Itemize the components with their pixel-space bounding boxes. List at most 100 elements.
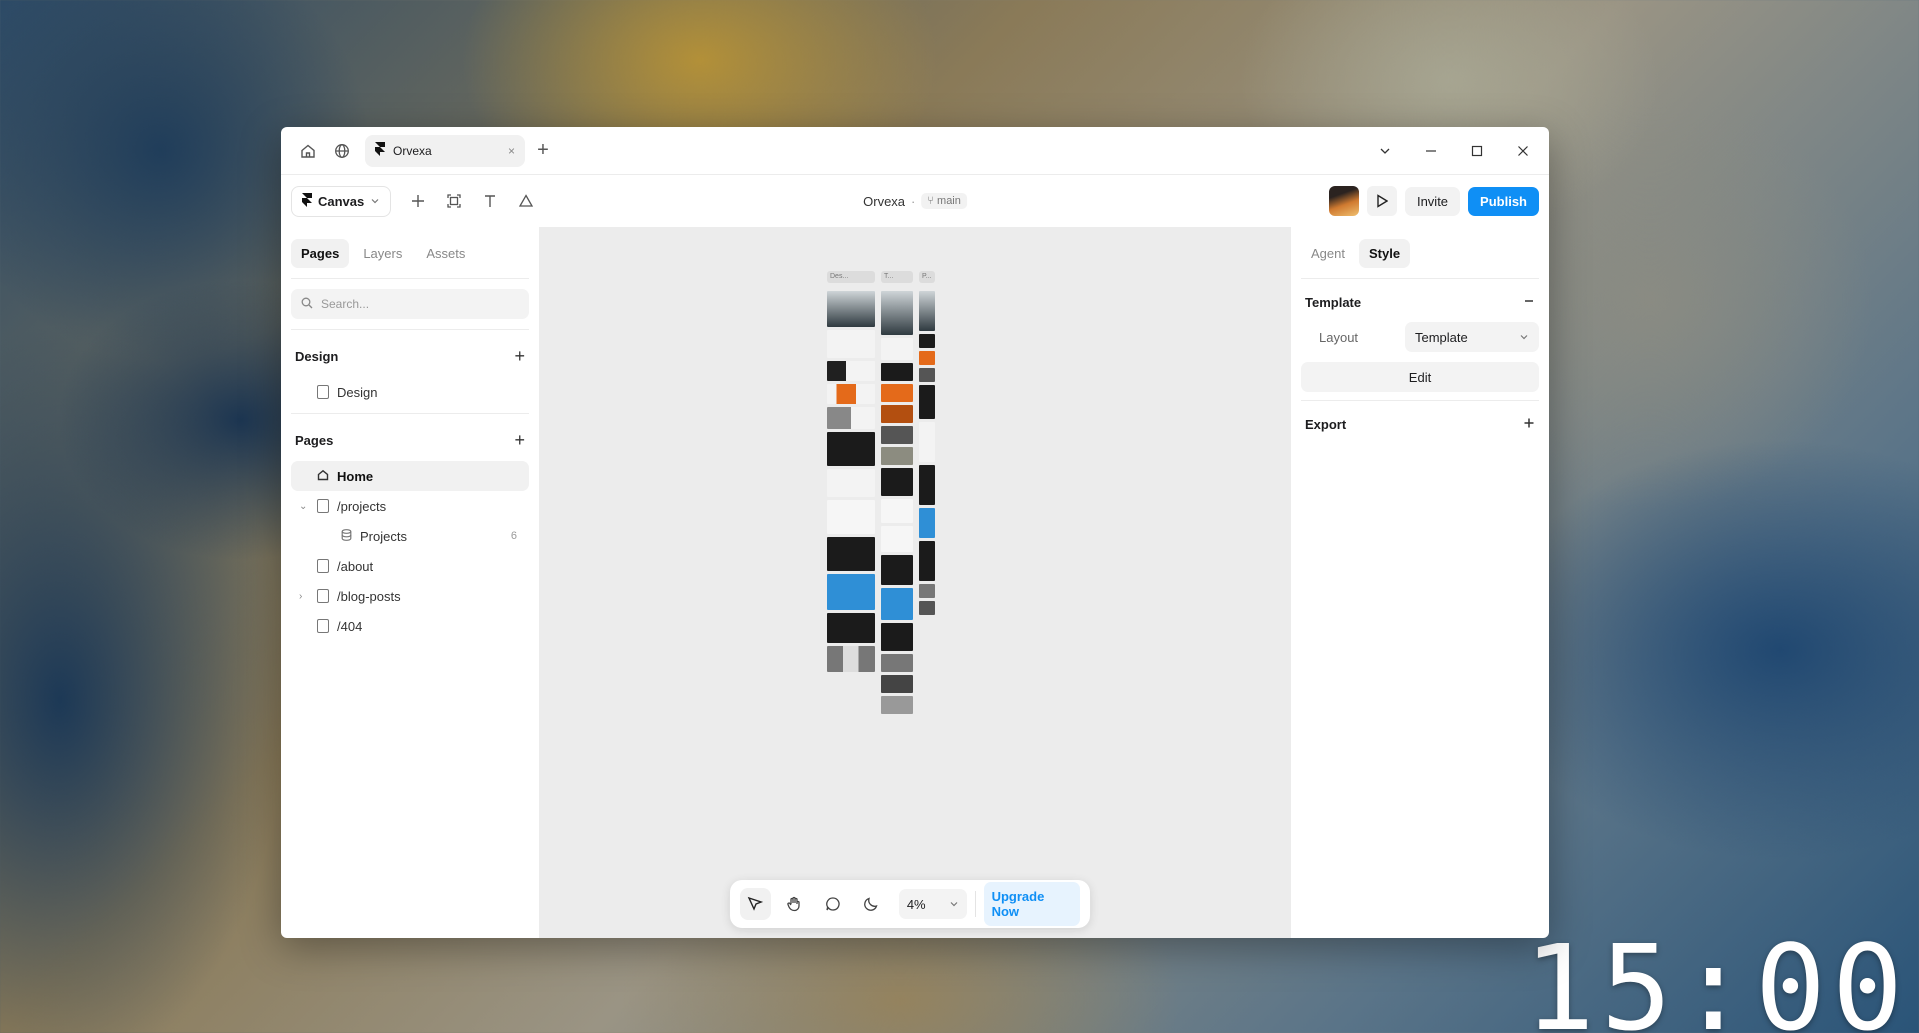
sidebar-item-label: Home bbox=[337, 468, 374, 484]
export-section-title: Export bbox=[1305, 417, 1347, 432]
sidebar-item-label: /blog-posts bbox=[337, 588, 401, 604]
database-icon bbox=[341, 528, 352, 544]
frame-icon[interactable] bbox=[437, 184, 471, 218]
comment-icon[interactable] bbox=[817, 888, 848, 920]
item-count: 6 bbox=[510, 530, 517, 542]
sidebar-item-design[interactable]: Design bbox=[291, 377, 529, 407]
invite-button[interactable]: Invite bbox=[1404, 186, 1461, 216]
new-tab-button[interactable]: + bbox=[531, 139, 555, 162]
search-placeholder: Search... bbox=[321, 297, 370, 311]
preview-play-button[interactable] bbox=[1366, 186, 1397, 216]
title-separator: · bbox=[911, 193, 916, 209]
chevron-down-icon[interactable]: ⌄ bbox=[299, 501, 307, 512]
canvas-dock: 4% Upgrade Now bbox=[730, 880, 1090, 928]
sidebar-item-projects-folder[interactable]: ⌄ /projects bbox=[291, 491, 529, 521]
right-panel-tabs: Agent Style bbox=[1301, 227, 1539, 278]
text-tool-icon[interactable] bbox=[473, 184, 507, 218]
desktop-clock: 15:00 bbox=[1523, 919, 1909, 1033]
avatar[interactable] bbox=[1328, 186, 1359, 216]
dock-divider bbox=[974, 891, 976, 917]
app-window: Orvexa × + Canvas Orvexa · ⑂ main Invite… bbox=[281, 127, 1549, 938]
add-design-button[interactable]: + bbox=[514, 346, 525, 367]
page-thumbnails[interactable]: Des... T... P... bbox=[827, 271, 937, 741]
project-name: Orvexa bbox=[863, 193, 906, 209]
phone-thumbnail[interactable] bbox=[919, 291, 935, 615]
branch-badge[interactable]: ⑂ main bbox=[921, 193, 967, 209]
page-icon bbox=[317, 559, 329, 573]
add-export-plus-icon[interactable] bbox=[1523, 417, 1535, 432]
edit-template-button[interactable]: Edit bbox=[1301, 362, 1539, 392]
sidebar-item-label: Projects bbox=[360, 528, 407, 544]
framer-logo-icon bbox=[302, 192, 312, 210]
pages-section: Pages + Home ⌄ /projects Projects 6 /abo… bbox=[291, 413, 529, 647]
sidebar-tabs: Pages Layers Assets bbox=[291, 227, 529, 279]
sidebar-item-label: /projects bbox=[337, 498, 387, 514]
thumb-label-phone[interactable]: P... bbox=[919, 271, 935, 283]
design-canvas[interactable]: Des... T... P... 4% Upgrade Now bbox=[540, 227, 1290, 938]
close-window-button[interactable] bbox=[1507, 135, 1539, 167]
zoom-select[interactable]: 4% bbox=[898, 889, 967, 919]
publish-button[interactable]: Publish bbox=[1468, 186, 1539, 216]
canvas-label: Canvas bbox=[318, 193, 365, 209]
insert-plus-icon[interactable] bbox=[401, 184, 435, 218]
home-icon[interactable] bbox=[291, 134, 325, 168]
chevron-down-icon bbox=[1519, 330, 1529, 345]
chevron-down-icon[interactable] bbox=[1369, 135, 1401, 167]
canvas-menu-button[interactable]: Canvas bbox=[291, 185, 392, 217]
title-bar: Orvexa × + bbox=[281, 127, 1549, 175]
maximize-button[interactable] bbox=[1461, 135, 1493, 167]
chevron-right-icon[interactable]: › bbox=[299, 591, 302, 602]
home-icon bbox=[317, 469, 329, 484]
search-input[interactable]: Search... bbox=[291, 289, 529, 319]
sidebar-item-label: /404 bbox=[337, 618, 363, 634]
chevron-down-icon bbox=[370, 194, 380, 209]
page-icon bbox=[317, 619, 329, 633]
project-title[interactable]: Orvexa · ⑂ main bbox=[863, 193, 967, 209]
chevron-down-icon bbox=[949, 897, 959, 912]
add-page-button[interactable]: + bbox=[514, 430, 525, 451]
collapse-minus-icon[interactable] bbox=[1523, 295, 1535, 310]
zoom-value: 4% bbox=[906, 896, 926, 912]
thumb-label-tablet[interactable]: T... bbox=[881, 271, 913, 283]
pages-section-title: Pages bbox=[295, 433, 334, 448]
globe-icon[interactable] bbox=[325, 134, 359, 168]
tab-layers[interactable]: Layers bbox=[353, 239, 412, 268]
tab-assets[interactable]: Assets bbox=[416, 239, 475, 268]
vector-triangle-icon[interactable] bbox=[509, 184, 543, 218]
layout-label: Layout bbox=[1319, 329, 1359, 345]
upgrade-now-button[interactable]: Upgrade Now bbox=[983, 882, 1080, 926]
tab-close-button[interactable]: × bbox=[508, 144, 515, 158]
layout-select[interactable]: Template bbox=[1405, 322, 1539, 352]
left-sidebar: Pages Layers Assets Search... Design + D… bbox=[281, 227, 540, 938]
branch-icon: ⑂ bbox=[927, 195, 938, 207]
tab-pages[interactable]: Pages bbox=[291, 239, 350, 268]
page-icon bbox=[317, 589, 329, 603]
sidebar-item-label: Design bbox=[337, 384, 378, 400]
design-section-title: Design bbox=[295, 349, 339, 364]
search-icon bbox=[301, 297, 313, 312]
tab-title: Orvexa bbox=[393, 143, 432, 158]
template-section-title: Template bbox=[1305, 295, 1362, 310]
browser-tab[interactable]: Orvexa × bbox=[365, 134, 525, 167]
desktop-thumbnail[interactable] bbox=[827, 291, 875, 672]
layout-value: Template bbox=[1415, 329, 1468, 345]
hand-tool-icon[interactable] bbox=[779, 888, 810, 920]
tab-style[interactable]: Style bbox=[1358, 239, 1411, 268]
page-icon bbox=[317, 385, 329, 399]
page-icon bbox=[317, 499, 329, 513]
tab-agent[interactable]: Agent bbox=[1301, 239, 1355, 268]
sidebar-item-about[interactable]: /about bbox=[291, 551, 529, 581]
sidebar-item-blog-posts[interactable]: › /blog-posts bbox=[291, 581, 529, 611]
sidebar-item-home[interactable]: Home bbox=[291, 461, 529, 491]
sidebar-item-label: /about bbox=[337, 558, 374, 574]
design-section: Design + Design bbox=[291, 329, 529, 413]
sidebar-item-404[interactable]: /404 bbox=[291, 611, 529, 641]
minimize-button[interactable] bbox=[1415, 135, 1447, 167]
tablet-thumbnail[interactable] bbox=[881, 291, 913, 714]
select-cursor-icon[interactable] bbox=[740, 888, 771, 920]
dark-mode-moon-icon[interactable] bbox=[856, 888, 887, 920]
thumb-label-desktop[interactable]: Des... bbox=[827, 271, 875, 283]
template-section: Template Layout Template Edit bbox=[1301, 278, 1539, 400]
right-panel: Agent Style Template Layout Template Edi… bbox=[1290, 227, 1549, 938]
sidebar-item-projects-collection[interactable]: Projects 6 bbox=[291, 521, 529, 551]
